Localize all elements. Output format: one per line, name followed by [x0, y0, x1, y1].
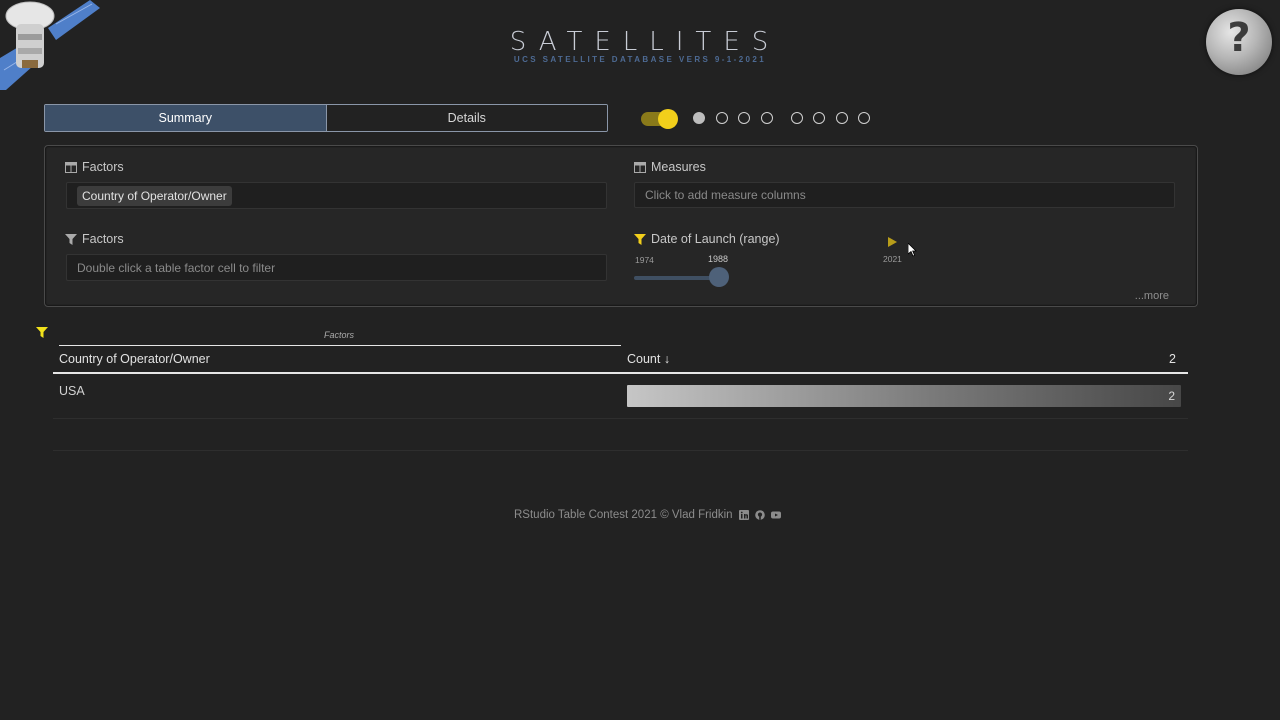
factors-columns-field[interactable]: Country of Operator/Owner — [66, 182, 607, 209]
step-dot-1[interactable] — [693, 112, 705, 124]
factors-columns-label-text: Factors — [82, 160, 124, 174]
github-icon[interactable] — [754, 510, 765, 520]
factors-columns-label: Factors — [65, 160, 124, 174]
step-dot-8[interactable] — [858, 112, 870, 124]
measures-label: Measures — [634, 160, 706, 174]
control-panel: Factors Country of Operator/Owner Factor… — [44, 145, 1198, 307]
app-subtitle: UCS SATELLITE DATABASE VERS 9-1-2021 — [513, 55, 767, 64]
factors-filter-label-text: Factors — [82, 232, 124, 246]
cell-country[interactable]: USA — [59, 384, 85, 398]
view-tabs: Summary Details — [44, 104, 608, 132]
toggle-knob — [658, 109, 678, 129]
measures-field[interactable]: Click to add measure columns — [634, 182, 1175, 208]
step-dot-6[interactable] — [813, 112, 825, 124]
slider-max-label: 2021 — [883, 254, 902, 264]
step-dot-4[interactable] — [761, 112, 773, 124]
count-bar: 2 — [627, 385, 1181, 407]
linkedin-icon[interactable] — [738, 510, 749, 520]
tab-details[interactable]: Details — [325, 105, 607, 131]
date-filter-label-text: Date of Launch (range) — [651, 232, 780, 246]
factors-filter-placeholder: Double click a table factor cell to filt… — [77, 260, 276, 275]
app-title: SATELLITES — [509, 27, 781, 57]
more-link[interactable]: ...more — [1135, 290, 1169, 302]
slider-current-label: 1988 — [708, 254, 729, 264]
date-slider-handle[interactable] — [709, 267, 729, 287]
youtube-icon[interactable] — [770, 510, 781, 520]
filter-flag-icon[interactable] — [36, 326, 48, 341]
row-divider — [53, 418, 1188, 419]
column-header-count[interactable]: Count ↓ — [627, 352, 670, 366]
mouse-cursor-icon — [908, 243, 917, 257]
play-icon[interactable] — [888, 237, 897, 247]
factors-filter-label: Factors — [65, 232, 124, 246]
factors-filter-field[interactable]: Double click a table factor cell to filt… — [66, 254, 607, 281]
footer-text: RStudio Table Contest 2021 © Vlad Fridki… — [514, 509, 733, 521]
filter-icon — [65, 233, 77, 245]
slider-min-label: 1974 — [635, 255, 654, 265]
step-dot-3[interactable] — [738, 112, 750, 124]
filter-icon — [634, 233, 646, 245]
step-dot-5[interactable] — [791, 112, 803, 124]
factors-group-label: Factors — [323, 330, 354, 340]
table-bottom-divider — [53, 450, 1188, 451]
date-filter-label: Date of Launch (range) — [634, 232, 780, 246]
group-divider — [59, 345, 621, 346]
column-header-total: 2 — [1169, 352, 1176, 366]
footer: RStudio Table Contest 2021 © Vlad Fridki… — [514, 509, 781, 521]
tab-summary[interactable]: Summary — [45, 105, 326, 131]
step-dot-7[interactable] — [836, 112, 848, 124]
table-icon — [65, 161, 77, 173]
header-divider — [53, 372, 1188, 374]
mode-toggle[interactable] — [641, 109, 679, 129]
measures-label-text: Measures — [651, 160, 706, 174]
column-header-country[interactable]: Country of Operator/Owner — [59, 352, 210, 366]
date-slider-track[interactable] — [634, 276, 720, 280]
step-dot-2[interactable] — [716, 112, 728, 124]
factor-chip-country[interactable]: Country of Operator/Owner — [77, 185, 232, 206]
measures-placeholder: Click to add measure columns — [645, 188, 806, 202]
table-icon — [634, 161, 646, 173]
cell-count: 2 — [1168, 389, 1175, 403]
